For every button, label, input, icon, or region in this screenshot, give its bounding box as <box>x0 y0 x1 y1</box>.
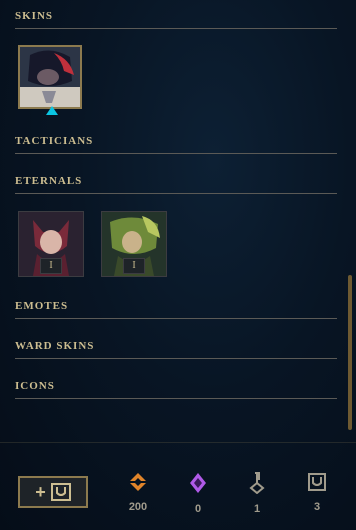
level-badge: I <box>40 258 62 274</box>
scrollbar[interactable] <box>348 275 352 430</box>
skin-art <box>20 47 80 107</box>
section-title-skins[interactable]: SKINS <box>15 10 337 29</box>
currency-orange-essence[interactable]: 200 <box>118 472 158 513</box>
level-badge: I <box>123 258 145 274</box>
blue-essence-gem-icon <box>46 106 58 115</box>
chest-icon <box>308 473 326 491</box>
plus-icon: + <box>35 482 46 502</box>
currency-amount: 200 <box>128 501 148 513</box>
loot-panel: SKINS TACTICIANS ETERNALS I I EMOTES WAR… <box>0 0 356 530</box>
eternal-card[interactable]: I <box>18 211 84 277</box>
currency-amount: 1 <box>253 503 261 515</box>
section-title-eternals[interactable]: ETERNALS <box>15 175 337 194</box>
orange-essence-icon <box>130 473 146 491</box>
skin-card[interactable] <box>18 45 82 109</box>
section-title-tacticians[interactable]: TACTICIANS <box>15 135 337 154</box>
currency-chest[interactable]: 3 <box>297 472 337 513</box>
section-title-icons[interactable]: ICONS <box>15 380 337 399</box>
eternal-card[interactable]: I <box>101 211 167 277</box>
currency-key[interactable]: 1 <box>237 472 277 515</box>
currency-amount: 3 <box>313 501 321 513</box>
mythic-essence-icon <box>190 473 206 493</box>
currency-mythic-essence[interactable]: 0 <box>178 472 218 515</box>
chest-icon <box>50 483 71 501</box>
section-title-ward-skins[interactable]: WARD SKINS <box>15 340 337 359</box>
add-chest-button[interactable]: + <box>18 476 88 508</box>
footer-divider <box>0 442 356 443</box>
section-title-emotes[interactable]: EMOTES <box>15 300 337 319</box>
key-icon <box>249 472 265 494</box>
currency-amount: 0 <box>194 503 202 515</box>
